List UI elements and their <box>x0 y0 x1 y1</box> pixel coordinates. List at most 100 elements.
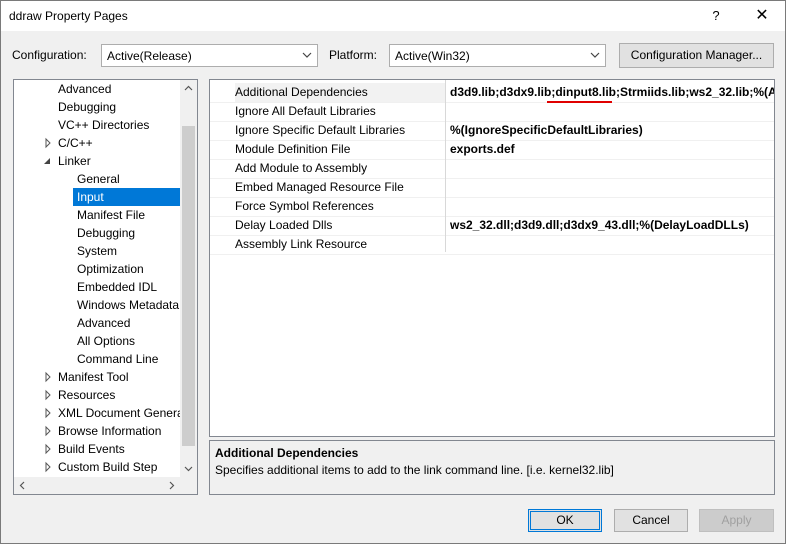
tree-item-label: Embedded IDL <box>77 280 158 294</box>
property-value[interactable] <box>450 178 774 197</box>
apply-button[interactable]: Apply <box>699 509 774 532</box>
property-row[interactable]: Assembly Link Resource <box>210 235 774 254</box>
tree-item[interactable]: Advanced <box>73 314 130 332</box>
property-value[interactable] <box>450 102 774 121</box>
configuration-label: Configuration: <box>12 48 87 62</box>
tree-item-label: VC++ Directories <box>58 118 150 132</box>
property-name: Ignore Specific Default Libraries <box>235 123 406 137</box>
tree-item-label: Windows Metadata <box>77 298 180 312</box>
tree-item-label: XML Document Genera <box>58 406 184 420</box>
property-row[interactable]: Delay Loaded Dlls ws2_32.dll;d3d9.dll;d3d… <box>210 216 774 235</box>
cancel-button[interactable]: Cancel <box>614 509 688 532</box>
property-value[interactable]: d3d9.lib;d3dx9.lib;dinput8.lib;Strmiids.… <box>450 83 774 102</box>
description-text: Specifies additional items to add to the… <box>215 463 614 477</box>
help-button[interactable]: ? <box>693 1 739 31</box>
tree-item[interactable]: Windows Metadata <box>73 296 179 314</box>
property-value[interactable] <box>450 197 774 216</box>
property-name: Assembly Link Resource <box>235 237 368 251</box>
tree-item-label: Manifest File <box>77 208 146 222</box>
close-button[interactable]: ✕ <box>739 1 785 31</box>
tree-item[interactable]: Input <box>73 188 180 206</box>
tree-item[interactable]: Manifest File <box>73 206 145 224</box>
property-name: Module Definition File <box>235 142 351 156</box>
collapsed-arrow-icon[interactable] <box>43 386 53 404</box>
tree-item-label: Optimization <box>77 262 144 276</box>
tree-item[interactable]: General <box>73 170 120 188</box>
property-row[interactable]: Ignore All Default Libraries <box>210 102 774 121</box>
property-name: Embed Managed Resource File <box>235 180 404 194</box>
tree-item[interactable]: Command Line <box>73 350 158 368</box>
tree-item[interactable]: System <box>73 242 117 260</box>
chevron-down-icon <box>590 52 600 58</box>
property-value[interactable] <box>450 159 774 178</box>
tree-item-label: Debugging <box>58 100 117 114</box>
tree-item-label: Browse Information <box>58 424 162 438</box>
scroll-thumb[interactable] <box>182 126 195 446</box>
collapsed-arrow-icon[interactable] <box>43 422 53 440</box>
tree-horizontal-scrollbar[interactable] <box>14 477 197 494</box>
tree-item-label: System <box>77 244 118 258</box>
property-name: Force Symbol References <box>235 199 374 213</box>
scroll-down-icon[interactable] <box>180 460 197 477</box>
configuration-dropdown[interactable]: Active(Release) <box>101 44 318 67</box>
tree-item-label: Custom Build Step <box>58 460 158 474</box>
tree-vertical-scrollbar[interactable] <box>180 80 197 477</box>
collapsed-arrow-icon[interactable] <box>43 440 53 458</box>
property-pages-window: ddraw Property Pages ? ✕ Configuration: … <box>0 0 786 544</box>
property-grid: Additional Dependencies d3d9.lib;d3dx9.li… <box>209 79 775 437</box>
scroll-right-icon[interactable] <box>163 477 180 494</box>
configuration-manager-button[interactable]: Configuration Manager... <box>619 43 774 68</box>
collapsed-arrow-icon[interactable] <box>43 368 53 386</box>
collapsed-arrow-icon[interactable] <box>43 134 53 152</box>
tree-item[interactable]: Advanced <box>54 80 111 98</box>
property-row[interactable]: Embed Managed Resource File <box>210 178 774 197</box>
property-value[interactable]: %(IgnoreSpecificDefaultLibraries) <box>450 121 774 140</box>
ok-button[interactable]: OK <box>528 509 602 532</box>
tree-item[interactable]: VC++ Directories <box>54 116 149 134</box>
tree-item[interactable]: Resources <box>54 386 115 404</box>
highlight-underline <box>547 101 612 103</box>
tree-item[interactable]: Optimization <box>73 260 144 278</box>
tree-item[interactable]: Linker <box>54 152 91 170</box>
tree-item[interactable]: XML Document Genera <box>54 404 184 422</box>
property-row[interactable]: Add Module to Assembly <box>210 159 774 178</box>
tree-item-label: Manifest Tool <box>58 370 129 384</box>
expanded-arrow-icon[interactable] <box>43 152 53 170</box>
scroll-up-icon[interactable] <box>180 80 197 97</box>
property-row[interactable]: Additional Dependencies d3d9.lib;d3dx9.li… <box>210 83 774 102</box>
collapsed-arrow-icon[interactable] <box>43 404 53 422</box>
tree-item-label: General <box>77 172 120 186</box>
tree-item-label: Command Line <box>77 352 159 366</box>
property-value[interactable]: ws2_32.dll;d3d9.dll;d3dx9_43.dll;%(Delay… <box>450 216 774 235</box>
property-row[interactable]: Module Definition File exports.def <box>210 140 774 159</box>
property-row[interactable]: Force Symbol References <box>210 197 774 216</box>
window-title: ddraw Property Pages <box>9 9 128 23</box>
tree-item-label: Linker <box>58 154 91 168</box>
column-divider[interactable] <box>445 80 446 252</box>
description-title: Additional Dependencies <box>215 446 359 460</box>
tree-item[interactable]: Manifest Tool <box>54 368 128 386</box>
property-value[interactable]: exports.def <box>450 140 774 159</box>
title-bar: ddraw Property Pages ? ✕ <box>1 1 785 31</box>
property-value[interactable] <box>450 235 774 254</box>
tree-item[interactable]: Build Events <box>54 440 125 458</box>
tree-item[interactable]: Debugging <box>54 98 116 116</box>
property-name: Add Module to Assembly <box>235 161 368 175</box>
tree-item-label: C/C++ <box>58 136 93 150</box>
scroll-left-icon[interactable] <box>14 477 31 494</box>
tree-item-label: Debugging <box>77 226 136 240</box>
tree-item[interactable]: Custom Build Step <box>54 458 157 476</box>
chevron-down-icon <box>302 52 312 58</box>
tree-item[interactable]: All Options <box>73 332 135 350</box>
scrollbar-corner <box>180 477 197 494</box>
property-row[interactable]: Ignore Specific Default Libraries %(Ignor… <box>210 121 774 140</box>
tree-item[interactable]: Embedded IDL <box>73 278 157 296</box>
tree-item-label: Advanced <box>58 82 112 96</box>
platform-dropdown[interactable]: Active(Win32) <box>389 44 606 67</box>
collapsed-arrow-icon[interactable] <box>43 458 53 476</box>
tree-item[interactable]: C/C++ <box>54 134 93 152</box>
tree-item[interactable]: Browse Information <box>54 422 161 440</box>
ok-label: OK <box>556 513 574 527</box>
description-panel: Additional Dependencies Specifies additi… <box>209 440 775 495</box>
tree-item[interactable]: Debugging <box>73 224 135 242</box>
